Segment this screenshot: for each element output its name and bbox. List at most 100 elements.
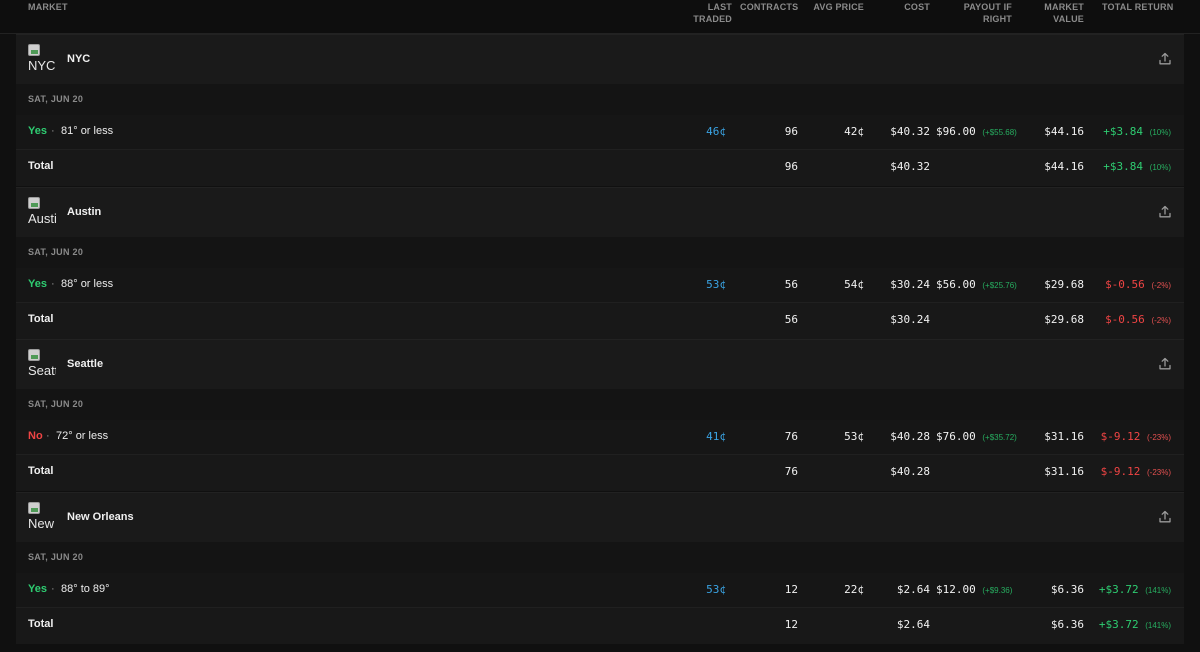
market-thumbnail-alt: Austin bbox=[28, 210, 56, 225]
total-cost: $40.28 bbox=[890, 465, 930, 478]
position-row[interactable]: Yes · 81° or less 46¢ 96 42¢ $40.32 $96.… bbox=[16, 115, 1184, 150]
col-header-market: MARKET bbox=[28, 2, 68, 12]
total-label: Total bbox=[28, 617, 54, 630]
event-date: SAT, JUN 20 bbox=[28, 246, 84, 257]
market-thumbnail: New Orleans bbox=[28, 501, 56, 530]
separator-dot: · bbox=[51, 277, 55, 290]
market-thumbnail-alt: New Orleans bbox=[28, 515, 56, 530]
event-date: SAT, JUN 20 bbox=[28, 399, 84, 409]
total-return: +$3.84 (10%) bbox=[1103, 125, 1171, 138]
market-header-row[interactable]: Seattle Seattle bbox=[16, 339, 1184, 389]
separator-dot: · bbox=[51, 125, 55, 137]
cost-value: $40.28 bbox=[890, 430, 930, 443]
broken-image-icon bbox=[28, 349, 40, 361]
payout-if-right: $56.00 (+$25.76) bbox=[936, 278, 1017, 291]
total-cost: $40.32 bbox=[890, 160, 930, 173]
market-value: $44.16 bbox=[1044, 125, 1084, 138]
position-row[interactable]: Yes · 88° or less 53¢ 56 54¢ $30.24 $56.… bbox=[16, 267, 1184, 303]
total-return-amount: +$3.84 bbox=[1103, 160, 1144, 173]
total-cost: $2.64 bbox=[896, 617, 930, 631]
last-traded-price: 41¢ bbox=[706, 430, 726, 443]
contracts-count: 12 bbox=[784, 582, 798, 596]
total-market-value: $29.68 bbox=[1044, 312, 1084, 326]
total-contracts: 12 bbox=[784, 617, 798, 631]
last-traded-price: 46¢ bbox=[706, 125, 726, 138]
position-row[interactable]: No · 72° or less 41¢ 76 53¢ $40.28 $76.0… bbox=[16, 420, 1184, 455]
col-header-payout: PAYOUT IF RIGHT bbox=[963, 2, 1012, 24]
col-header-cost: COST bbox=[904, 2, 930, 12]
total-market-value: $44.16 bbox=[1044, 160, 1084, 173]
share-upload-icon[interactable] bbox=[1158, 52, 1172, 66]
market-name: NYC bbox=[67, 53, 91, 65]
position-outcome: 81° or less bbox=[61, 125, 114, 137]
share-upload-icon[interactable] bbox=[1158, 205, 1172, 219]
contracts-count: 56 bbox=[784, 277, 798, 291]
event-date: SAT, JUN 20 bbox=[28, 551, 84, 562]
date-row: SAT, JUN 20 bbox=[16, 389, 1184, 420]
total-row: Total 12 $2.64 $6.36 +$3.72 (141%) bbox=[16, 607, 1184, 644]
total-market-value: $6.36 bbox=[1050, 617, 1084, 631]
total-market-value: $31.16 bbox=[1044, 465, 1084, 478]
total-return: $-9.12 (-23%) bbox=[1101, 430, 1171, 443]
total-return-amount: $-9.12 bbox=[1100, 465, 1141, 478]
total-return-percent: (141%) bbox=[1145, 620, 1171, 630]
market-thumbnail: Austin bbox=[28, 196, 56, 225]
last-traded-price: 53¢ bbox=[706, 582, 726, 596]
contracts-count: 76 bbox=[784, 430, 798, 443]
total-contracts: 76 bbox=[784, 465, 798, 478]
total-return: +$3.72 (141%) bbox=[1099, 583, 1171, 596]
position-outcome: 88° to 89° bbox=[61, 582, 110, 595]
market-name: New Orleans bbox=[67, 510, 134, 523]
total-contracts: 96 bbox=[784, 160, 798, 173]
total-return-percent: (10%) bbox=[1149, 163, 1171, 172]
payout-amount: $12.00 bbox=[936, 582, 976, 596]
market-header-row[interactable]: NYC NYC bbox=[16, 34, 1184, 84]
total-row: Total 56 $30.24 $29.68 $-0.56 (-2%) bbox=[16, 302, 1184, 339]
table-header: MARKET LAST TRADED CONTRACTS AVG PRICE C… bbox=[0, 0, 1200, 34]
share-upload-icon[interactable] bbox=[1158, 357, 1172, 371]
payout-if-right: $76.00 (+$35.72) bbox=[936, 430, 1017, 443]
return-percent: (-23%) bbox=[1146, 433, 1171, 442]
market-value: $6.36 bbox=[1050, 582, 1084, 596]
total-return: $-0.56 (-2%) bbox=[1105, 278, 1171, 291]
date-row: SAT, JUN 20 bbox=[16, 84, 1184, 115]
position-outcome: 88° or less bbox=[61, 277, 114, 290]
market-value: $31.16 bbox=[1044, 430, 1084, 443]
avg-price: 42¢ bbox=[844, 125, 864, 138]
col-header-avg-price: AVG PRICE bbox=[813, 2, 864, 12]
total-cost: $30.24 bbox=[890, 312, 930, 326]
position-side: Yes bbox=[28, 277, 47, 290]
return-amount: +$3.72 bbox=[1098, 582, 1139, 596]
position-outcome: 72° or less bbox=[56, 430, 109, 442]
date-row: SAT, JUN 20 bbox=[16, 541, 1184, 573]
payout-amount: $56.00 bbox=[936, 277, 976, 291]
position-row[interactable]: Yes · 88° to 89° 53¢ 12 22¢ $2.64 $12.00… bbox=[16, 572, 1184, 608]
market-header-row[interactable]: Austin Austin bbox=[16, 186, 1184, 237]
total-contracts: 56 bbox=[784, 312, 798, 326]
cost-value: $40.32 bbox=[890, 125, 930, 138]
avg-price: 22¢ bbox=[844, 582, 864, 596]
total-label: Total bbox=[28, 160, 54, 172]
market-thumbnail: Seattle bbox=[28, 349, 56, 377]
position-side: Yes bbox=[28, 582, 47, 595]
payout-gain: (+$55.68) bbox=[982, 128, 1017, 137]
last-traded-price: 53¢ bbox=[706, 277, 726, 291]
return-percent: (141%) bbox=[1145, 585, 1171, 595]
return-percent: (-2%) bbox=[1151, 280, 1171, 290]
broken-image-icon bbox=[28, 501, 40, 514]
payout-gain: (+$25.76) bbox=[982, 280, 1017, 290]
event-date: SAT, JUN 20 bbox=[28, 94, 84, 104]
avg-price: 54¢ bbox=[844, 277, 864, 291]
total-return-percent: (-2%) bbox=[1151, 315, 1171, 325]
total-return-sum: $-9.12 (-23%) bbox=[1101, 465, 1171, 478]
total-row: Total 76 $40.28 $31.16 $-9.12 (-23%) bbox=[16, 455, 1184, 491]
payout-if-right: $96.00 (+$55.68) bbox=[936, 125, 1017, 138]
share-upload-icon[interactable] bbox=[1158, 510, 1172, 524]
total-row: Total 96 $40.32 $44.16 +$3.84 (10%) bbox=[16, 150, 1184, 186]
total-return-sum: +$3.84 (10%) bbox=[1103, 160, 1171, 173]
total-return-amount: +$3.72 bbox=[1098, 617, 1139, 631]
cost-value: $2.64 bbox=[896, 582, 930, 596]
payout-gain: (+$35.72) bbox=[982, 433, 1017, 442]
avg-price: 53¢ bbox=[844, 430, 864, 443]
market-header-row[interactable]: New Orleans New Orleans bbox=[16, 491, 1184, 542]
